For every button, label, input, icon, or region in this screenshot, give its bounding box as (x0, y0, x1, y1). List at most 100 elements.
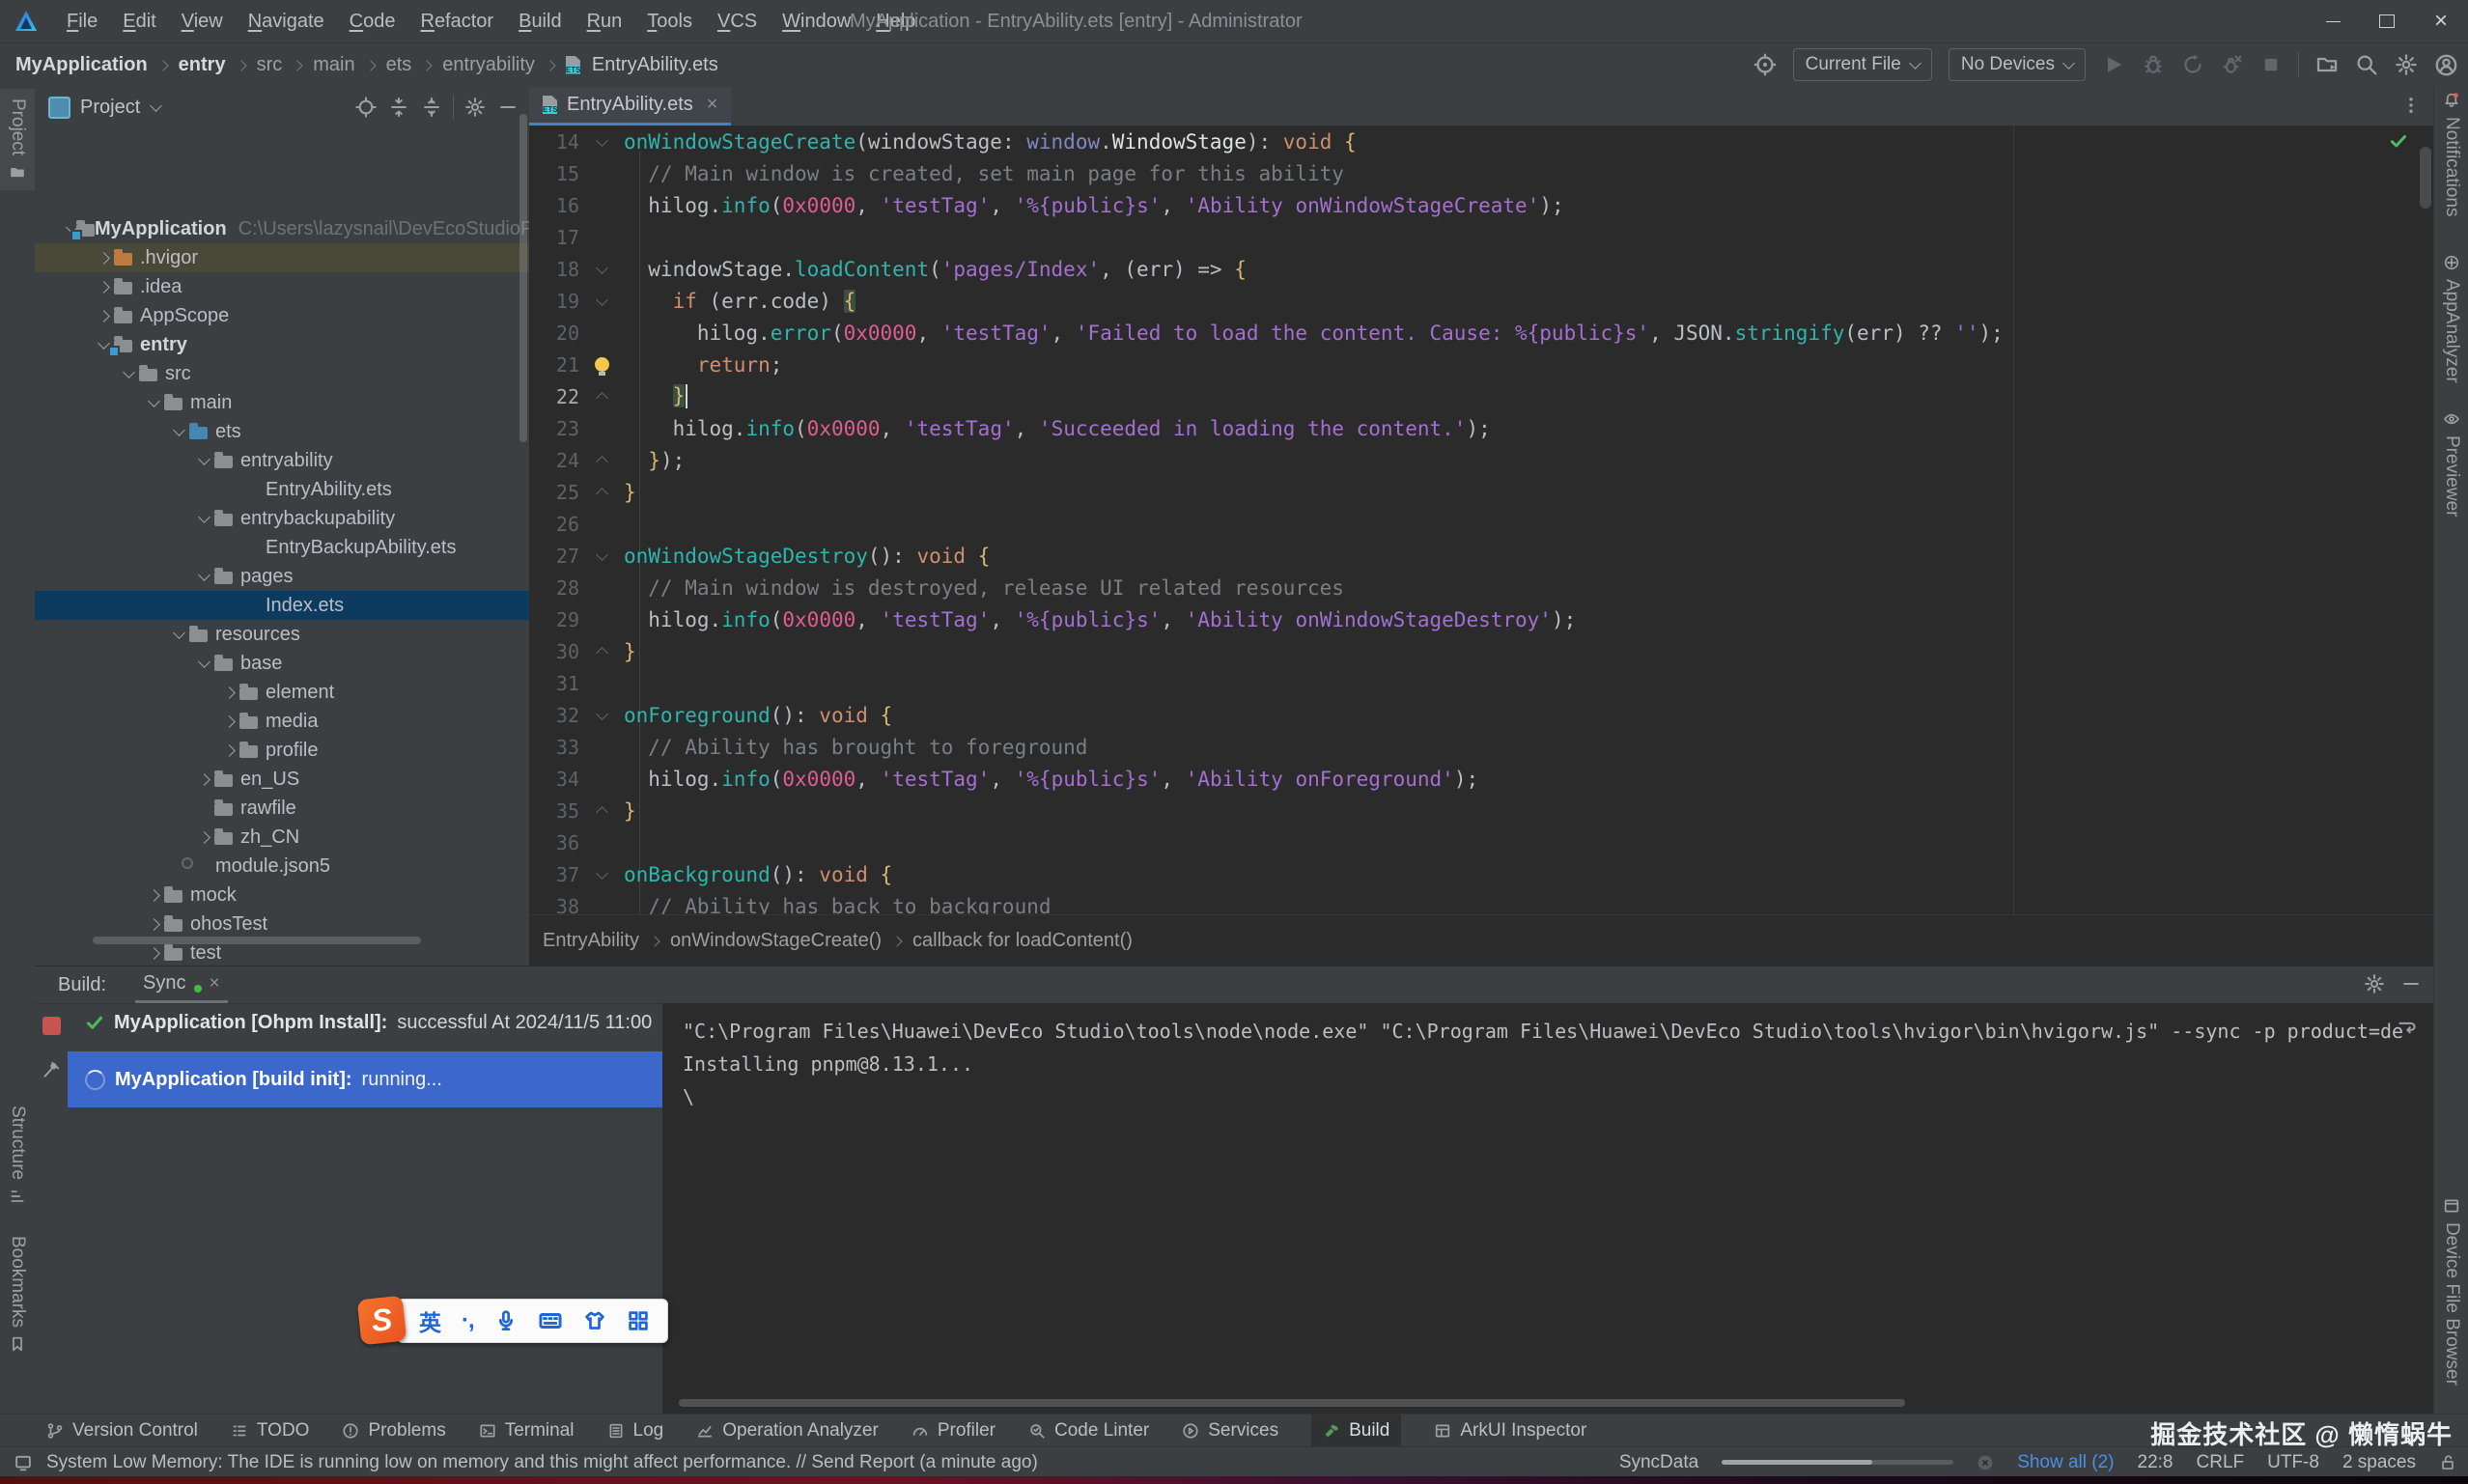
chevron-down-icon[interactable] (118, 371, 139, 377)
stop-build-button[interactable] (42, 1017, 61, 1035)
minimize-button[interactable] (2306, 0, 2360, 42)
maximize-button[interactable] (2360, 0, 2414, 42)
inspection-ok-icon[interactable] (2389, 131, 2408, 151)
ime-language-toggle[interactable]: 英 (419, 1304, 441, 1337)
code-line-21[interactable]: 21 return; (529, 349, 2433, 380)
chevron-right-icon[interactable] (218, 717, 239, 726)
menu-view[interactable]: View (169, 11, 236, 33)
code-line-30[interactable]: 30} (529, 635, 2433, 667)
menu-build[interactable]: Build (506, 11, 574, 33)
chevron-down-icon[interactable] (168, 429, 189, 434)
tree-item-entry[interactable]: entry (35, 330, 529, 359)
tree-item-rawfile[interactable]: rawfile (35, 794, 529, 823)
code-line-26[interactable]: 26 (529, 508, 2433, 540)
build-console[interactable]: "C:\Program Files\Huawei\DevEco Studio\t… (662, 1003, 2433, 1414)
code-line-19[interactable]: 19 if (err.code) { (529, 285, 2433, 317)
tree-item-entryability[interactable]: entryability (35, 446, 529, 475)
tree-item-src[interactable]: src (35, 359, 529, 388)
tree-item-index.ets[interactable]: Index.ets (35, 591, 529, 620)
code-line-35[interactable]: 35} (529, 795, 2433, 826)
tree-item-main[interactable]: main (35, 388, 529, 417)
run-button[interactable] (2102, 53, 2125, 76)
sogou-logo-icon[interactable]: S (357, 1296, 407, 1346)
pin-icon[interactable] (42, 1060, 61, 1079)
breadcrumb-item-entryability[interactable]: entryability (442, 54, 535, 76)
stripe-tab-notifications[interactable]: Notifications (2434, 92, 2468, 217)
tree-item-.idea[interactable]: .idea (35, 272, 529, 301)
breadcrumb-item-main[interactable]: main (313, 54, 354, 76)
hide-panel-button[interactable] (496, 96, 519, 119)
tree-horizontal-scrollbar[interactable] (93, 937, 421, 944)
toolbox-grid-icon[interactable] (627, 1309, 650, 1332)
device-manager-icon[interactable] (1753, 53, 1777, 76)
code-line-20[interactable]: 20 hilog.error(0x0000, 'testTag', 'Faile… (529, 317, 2433, 349)
code-line-29[interactable]: 29 hilog.info(0x0000, 'testTag', '%{publ… (529, 603, 2433, 635)
code-line-23[interactable]: 23 hilog.info(0x0000, 'testTag', 'Succee… (529, 412, 2433, 444)
locate-file-button[interactable] (354, 96, 378, 119)
panel-settings-icon[interactable] (463, 96, 487, 119)
tree-item-entrybackupability[interactable]: entrybackupability (35, 504, 529, 533)
tree-item-en_us[interactable]: en_US (35, 765, 529, 794)
fold-marker-icon[interactable] (579, 454, 624, 466)
editor-scrollbar[interactable] (2420, 147, 2431, 209)
stripe-tab-bookmarks[interactable]: Bookmarks (0, 1236, 35, 1353)
tree-item-entryability.ets[interactable]: EntryAbility.ets (35, 475, 529, 504)
ime-punctuation-toggle[interactable]: ·, (462, 1307, 474, 1334)
chevron-right-icon[interactable] (143, 920, 164, 929)
toolwindow-problems[interactable]: Problems (342, 1414, 445, 1447)
breadcrumb-item-myapplication[interactable]: MyApplication (15, 54, 148, 76)
expand-all-button[interactable] (387, 96, 410, 119)
chevron-right-icon[interactable] (193, 833, 214, 842)
tree-item-pages[interactable]: pages (35, 562, 529, 591)
search-icon[interactable] (2355, 53, 2378, 76)
editor-breadcrumb-item[interactable]: EntryAbility (543, 930, 639, 952)
fold-marker-icon[interactable] (579, 553, 624, 559)
tree-item-profile[interactable]: profile (35, 736, 529, 765)
chevron-right-icon[interactable] (93, 254, 114, 263)
profile-account-icon[interactable] (2434, 53, 2458, 77)
close-button[interactable]: × (2414, 0, 2468, 42)
multirun-folder-icon[interactable] (2315, 53, 2339, 76)
breadcrumb-item-src[interactable]: src (257, 54, 283, 76)
code-line-14[interactable]: 14onWindowStageCreate(windowStage: windo… (529, 126, 2433, 157)
show-all-link[interactable]: Show all (2) (2017, 1452, 2114, 1473)
chevron-right-icon[interactable] (93, 283, 114, 292)
stripe-tab-project[interactable]: Project (0, 89, 35, 190)
project-panel-title[interactable]: Project (80, 97, 140, 119)
toolwindow-operation-analyzer[interactable]: Operation Analyzer (696, 1414, 879, 1447)
code-line-38[interactable]: 38 // Ability has back to background (529, 890, 2433, 915)
fold-marker-icon[interactable] (579, 298, 624, 304)
memory-indicator-icon[interactable] (14, 1453, 33, 1472)
code-area[interactable]: 14onWindowStageCreate(windowStage: windo… (529, 126, 2433, 915)
tab-sync[interactable]: Sync × (135, 966, 228, 1003)
toolwindow-log[interactable]: Log (607, 1414, 664, 1447)
debug-button[interactable] (2142, 53, 2165, 76)
editor-breadcrumb-item[interactable]: callback for loadContent() (912, 930, 1133, 952)
code-line-25[interactable]: 25} (529, 476, 2433, 508)
tree-item-element[interactable]: element (35, 678, 529, 707)
menu-edit[interactable]: Edit (110, 11, 168, 33)
fold-marker-icon[interactable] (579, 872, 624, 878)
file-encoding[interactable]: UTF-8 (2267, 1452, 2319, 1473)
indent-setting[interactable]: 2 spaces (2342, 1452, 2416, 1473)
soft-wrap-icon[interactable] (2397, 1017, 2418, 1038)
stop-button[interactable] (2260, 54, 2282, 75)
tree-item-appscope[interactable]: AppScope (35, 301, 529, 330)
code-line-28[interactable]: 28 // Main window is destroyed, release … (529, 572, 2433, 603)
collapse-all-button[interactable] (420, 96, 443, 119)
profiler-button[interactable] (2181, 53, 2204, 76)
hide-build-panel-icon[interactable] (2400, 973, 2422, 994)
chevron-right-icon[interactable] (218, 688, 239, 697)
code-line-27[interactable]: 27onWindowStageDestroy(): void { (529, 540, 2433, 572)
settings-gear-icon[interactable] (2395, 53, 2418, 76)
code-line-16[interactable]: 16 hilog.info(0x0000, 'testTag', '%{publ… (529, 189, 2433, 221)
editor[interactable]: EntryAbility.ets × 14onWindowStageCreate… (529, 87, 2433, 966)
code-line-34[interactable]: 34 hilog.info(0x0000, 'testTag', '%{publ… (529, 763, 2433, 795)
chevron-down-icon[interactable] (150, 99, 162, 112)
menu-navigate[interactable]: Navigate (236, 11, 337, 33)
editor-breadcrumb-item[interactable]: onWindowStageCreate() (670, 930, 882, 952)
chevron-down-icon[interactable] (193, 458, 214, 463)
chevron-down-icon[interactable] (193, 660, 214, 666)
code-line-24[interactable]: 24 }); (529, 444, 2433, 476)
breadcrumb-item-entry[interactable]: entry (179, 54, 226, 76)
